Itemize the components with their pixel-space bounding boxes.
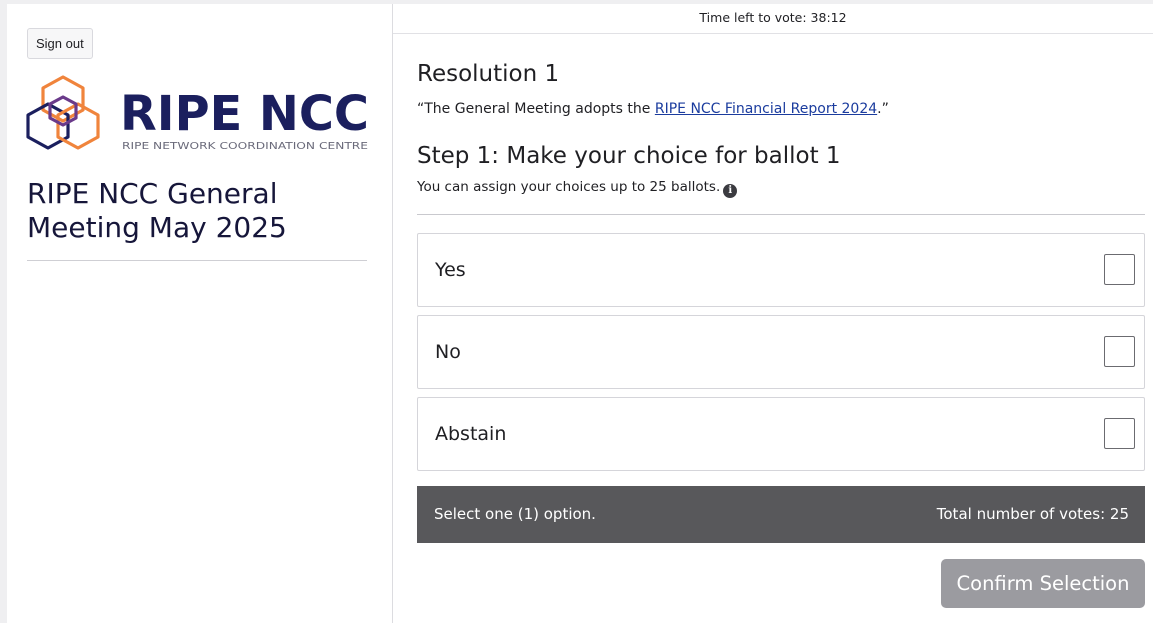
resolution-title: Resolution 1 (417, 61, 560, 87)
sidebar: Sign out RIPE NCC RIPE NETWORK COORDINAT… (7, 4, 393, 623)
option-label: No (435, 341, 461, 363)
ripe-ncc-logo: RIPE NCC RIPE NETWORK COORDINATION CENTR… (26, 74, 371, 160)
total-votes: Total number of votes: 25 (936, 505, 1129, 523)
option-label: Yes (435, 259, 466, 281)
window-frame-left (0, 0, 7, 623)
confirm-selection-button[interactable]: Confirm Selection (941, 559, 1145, 608)
option-no[interactable]: No (417, 315, 1145, 389)
meeting-title: RIPE NCC General Meeting May 2025 (27, 177, 287, 244)
financial-report-link[interactable]: RIPE NCC Financial Report 2024 (655, 101, 877, 117)
option-checkbox[interactable] (1104, 336, 1135, 367)
content-divider (417, 214, 1145, 215)
step-subtitle: You can assign your choices up to 25 bal… (417, 177, 738, 198)
info-icon[interactable]: i (723, 184, 738, 198)
logo-wordmark: RIPE NCC (120, 86, 369, 142)
selection-instruction: Select one (1) option. (434, 505, 596, 523)
voting-panel: Time left to vote: 38:12 Resolution 1 “T… (393, 4, 1153, 623)
resolution-text: “The General Meeting adopts the RIPE NCC… (417, 99, 889, 119)
sidebar-divider (27, 260, 367, 261)
ripe-ncc-logo-mark: RIPE NCC RIPE NETWORK COORDINATION CENTR… (26, 75, 369, 152)
sign-out-button[interactable]: Sign out (27, 28, 93, 59)
resolution-quote-suffix: .” (877, 101, 889, 117)
logo-tagline: RIPE NETWORK COORDINATION CENTRE (122, 141, 368, 152)
option-yes[interactable]: Yes (417, 233, 1145, 307)
option-abstain[interactable]: Abstain (417, 397, 1145, 471)
option-checkbox[interactable] (1104, 418, 1135, 449)
option-checkbox[interactable] (1104, 254, 1135, 285)
resolution-quote-prefix: “The General Meeting adopts the (417, 101, 655, 117)
selection-status-bar: Select one (1) option. Total number of v… (417, 486, 1145, 543)
step-title: Step 1: Make your choice for ballot 1 (417, 143, 841, 169)
option-label: Abstain (435, 423, 507, 445)
step-subtitle-text: You can assign your choices up to 25 bal… (417, 179, 721, 195)
vote-timer: Time left to vote: 38:12 (393, 4, 1153, 34)
